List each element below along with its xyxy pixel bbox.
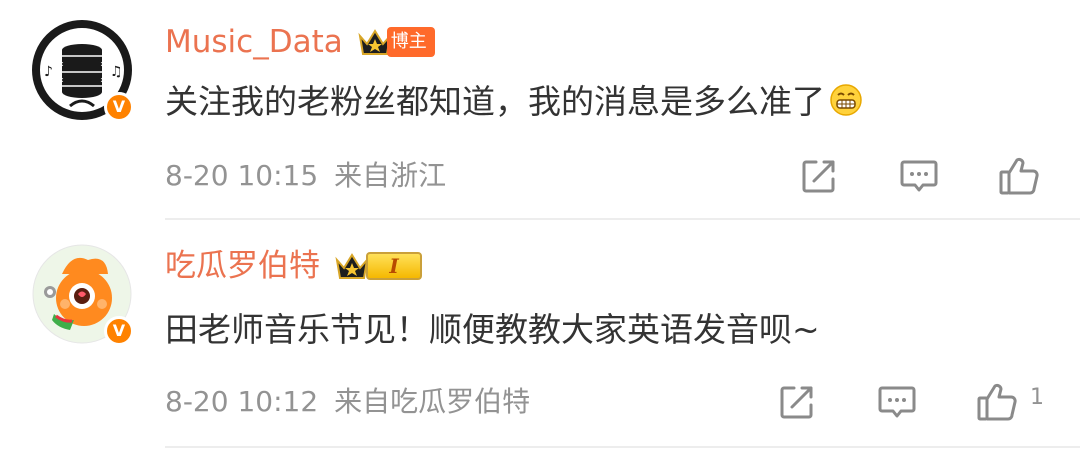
comment-location: 来自吃瓜罗伯特: [334, 385, 531, 418]
name-row: 吃瓜罗伯特 I: [165, 246, 422, 286]
comment-icon: [878, 386, 916, 418]
thumbs-up-icon: [977, 383, 1017, 421]
crown-icon: [334, 250, 370, 282]
forward-icon: [780, 386, 813, 419]
username[interactable]: 吃瓜罗伯特: [165, 246, 320, 286]
comment-date: 8-20 10:12: [165, 385, 319, 418]
like-count: 1: [1030, 385, 1044, 410]
comment-feed: ♪ ♫ V Music_Data 博主 关注我的老粉丝都知道，我的消息是多么准了: [0, 0, 1080, 460]
like-button[interactable]: [975, 380, 1019, 424]
reply-button[interactable]: [875, 380, 919, 424]
comment-meta: 8-20 10:12 来自吃瓜罗伯特: [165, 384, 530, 420]
verified-v-icon: V: [104, 316, 134, 346]
divider: [165, 446, 1080, 448]
comment-text: 田老师音乐节见！顺便教教大家英语发音呗~: [165, 308, 820, 352]
comment-text-content: 田老师音乐节见！顺便教教大家英语发音呗~: [165, 310, 820, 349]
forward-button[interactable]: [775, 380, 819, 424]
avatar[interactable]: V: [32, 244, 134, 346]
level-badge: I: [366, 252, 422, 280]
comment-item: V 吃瓜罗伯特 I 田老师音乐节见！顺便教教大家英语发音呗~ 8-20 10:1…: [0, 0, 1080, 421]
